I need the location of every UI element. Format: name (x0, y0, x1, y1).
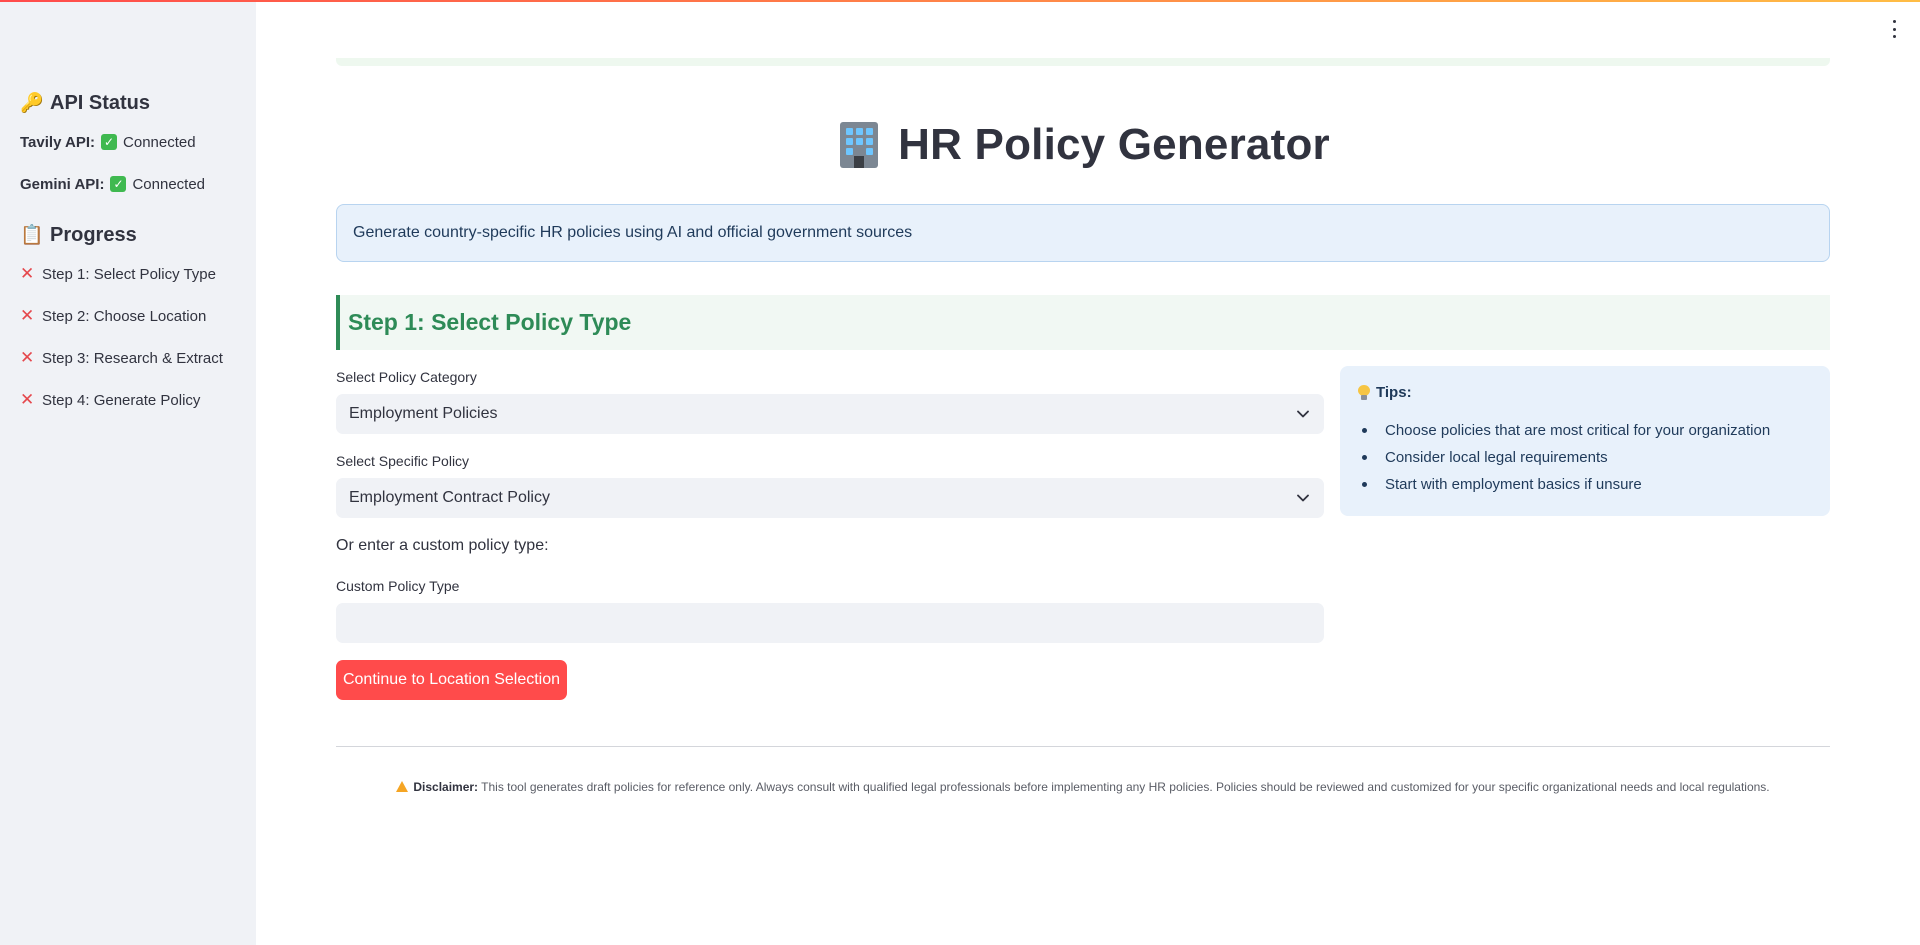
disclaimer: Disclaimer: This tool generates draft po… (336, 780, 1830, 794)
chevron-down-icon (1296, 407, 1310, 421)
step-label: Step 3: Research & Extract (42, 349, 223, 367)
office-building-icon (836, 120, 882, 170)
step-label: Step 4: Generate Policy (42, 391, 201, 409)
tips-list: Choose policies that are most critical f… (1358, 417, 1812, 498)
api-status-tavily: Tavily API: ✓ Connected (20, 132, 236, 152)
custom-policy-prompt: Or enter a custom policy type: (336, 537, 549, 554)
specific-policy-label: Select Specific Policy (336, 453, 470, 469)
cross-icon: ✕ (20, 390, 35, 409)
chevron-down-icon (1296, 491, 1310, 505)
cross-icon: ✕ (20, 348, 35, 367)
api-status-heading: 🔑 API Status (20, 90, 236, 116)
key-icon: 🔑 (20, 93, 44, 114)
progress-heading: 📋 Progress (20, 222, 236, 248)
clipboard-icon: 📋 (20, 225, 44, 246)
api-status-title: API Status (50, 91, 151, 114)
disclaimer-text: This tool generates draft policies for r… (481, 780, 1770, 794)
custom-policy-label: Custom Policy Type (336, 578, 460, 594)
tips-title: Tips: (1376, 384, 1412, 401)
continue-to-location-button[interactable]: Continue to Location Selection (336, 660, 567, 700)
list-item: Choose policies that are most critical f… (1358, 417, 1812, 444)
progress-step-3: ✕ Step 3: Research & Extract (20, 348, 236, 368)
menu-dot (1892, 27, 1896, 31)
app-loading-bar (0, 0, 1920, 2)
step-1-heading: Step 1: Select Policy Type (348, 309, 632, 335)
list-item: Consider local legal requirements (1358, 444, 1812, 471)
api-status-gemini: Gemini API: ✓ Connected (20, 174, 236, 194)
custom-policy-input[interactable] (336, 603, 1324, 643)
tips-panel: Tips: Choose policies that are most crit… (1340, 366, 1830, 516)
disclaimer-label: Disclaimer: (413, 780, 479, 794)
progress-title: Progress (50, 223, 137, 246)
policy-category-label: Select Policy Category (336, 369, 477, 385)
specific-policy-select[interactable]: Employment Contract Policy (336, 478, 1324, 518)
policy-category-value: Employment Policies (349, 405, 498, 422)
progress-step-4: ✕ Step 4: Generate Policy (20, 390, 236, 410)
page-title: HR Policy Generator (898, 120, 1330, 169)
page-title-row: HR Policy Generator (336, 115, 1830, 175)
api-status-value: Connected (123, 133, 196, 151)
check-icon: ✓ (110, 176, 127, 192)
api-status-value: Connected (132, 175, 206, 193)
progress-step-1: ✕ Step 1: Select Policy Type (20, 264, 236, 284)
light-bulb-icon (1358, 385, 1370, 400)
top-banner-strip (336, 58, 1830, 66)
step-1-header: Step 1: Select Policy Type (336, 295, 1830, 350)
progress-step-2: ✕ Step 2: Choose Location (20, 306, 236, 326)
main-menu-icon[interactable] (1890, 20, 1898, 38)
specific-policy-value: Employment Contract Policy (349, 489, 550, 506)
tips-heading: Tips: (1358, 384, 1812, 401)
sidebar: 🔑 API Status Tavily API: ✓ Connected Gem… (0, 0, 256, 945)
step-label: Step 2: Choose Location (42, 307, 207, 325)
menu-dot (1892, 35, 1896, 38)
check-icon: ✓ (101, 134, 118, 150)
menu-dot (1892, 20, 1896, 23)
step-label: Step 1: Select Policy Type (42, 265, 216, 283)
cross-icon: ✕ (20, 306, 35, 325)
info-banner-text: Generate country-specific HR policies us… (353, 224, 913, 241)
api-name: Gemini API: (20, 175, 105, 193)
policy-category-select[interactable]: Employment Policies (336, 394, 1324, 434)
cross-icon: ✕ (20, 264, 35, 283)
warning-icon (396, 781, 409, 792)
list-item: Start with employment basics if unsure (1358, 471, 1812, 498)
api-name: Tavily API: (20, 133, 96, 151)
footer-divider (336, 746, 1830, 747)
info-banner: Generate country-specific HR policies us… (336, 204, 1830, 262)
